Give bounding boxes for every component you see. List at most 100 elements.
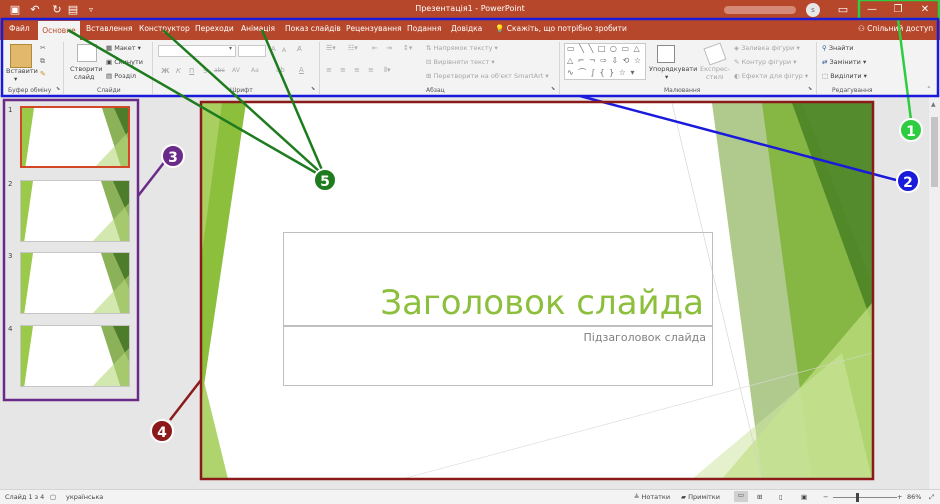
close-button[interactable]: ✕	[911, 0, 939, 20]
slide-thumbnail-3[interactable]	[20, 252, 130, 314]
shadow-button[interactable]: S	[203, 67, 207, 75]
cut-icon[interactable]: ✂	[40, 44, 46, 52]
spellcheck-icon[interactable]: ▢	[50, 493, 56, 501]
zoom-slider-track[interactable]	[833, 497, 897, 498]
layout-button[interactable]: ▦ Макет ▾	[106, 44, 141, 52]
shape-effects-button[interactable]: ◐ Ефекти для фігур ▾	[734, 72, 808, 80]
zoom-slider-thumb[interactable]	[856, 493, 859, 502]
zoom-level[interactable]: 86%	[907, 493, 921, 501]
scroll-thumb[interactable]	[931, 117, 938, 187]
underline-button[interactable]: П	[189, 67, 194, 75]
collapse-ribbon-icon[interactable]: ˄	[927, 86, 931, 94]
minimize-button[interactable]: —	[858, 0, 886, 20]
ribbon-display-options-icon[interactable]: ▭	[836, 3, 850, 17]
tab-insert[interactable]: Вставлення	[86, 24, 132, 33]
share-button[interactable]: ⚇ Спільний доступ	[858, 24, 933, 33]
slide-thumbnail-1[interactable]	[20, 106, 130, 168]
columns-icon[interactable]: ⫴▾	[384, 66, 390, 75]
arrange-button[interactable]: Упорядкувати	[649, 65, 697, 73]
normal-view-icon[interactable]: ▭	[734, 491, 748, 502]
slide-subtitle[interactable]: Підзаголовок слайда	[584, 331, 706, 344]
font-name-dropdown-icon[interactable]: ▾	[229, 45, 232, 52]
tab-home[interactable]: Основне	[38, 21, 80, 40]
tab-animations[interactable]: Анімація	[241, 24, 275, 33]
change-case-button[interactable]: Aa	[251, 67, 259, 74]
new-slide-icon[interactable]	[77, 44, 97, 62]
restore-button[interactable]: ❐	[884, 0, 912, 20]
reading-view-icon[interactable]: ▯	[779, 493, 783, 501]
account-name[interactable]	[724, 6, 796, 14]
zoom-out-button[interactable]: −	[823, 493, 828, 501]
smartart-button[interactable]: ⊞ Перетворити на об'єкт SmartArt ▾	[426, 72, 549, 80]
tab-file[interactable]: Файл	[9, 24, 30, 33]
notes-button[interactable]: ≜ Нотатки	[634, 493, 670, 501]
shapes-row-1[interactable]: ▭ ╲ ╲ □ ○ ▭ △	[567, 43, 645, 55]
align-right-icon[interactable]: ≡	[354, 66, 360, 74]
quick-styles-label-2[interactable]: стилі	[706, 73, 724, 81]
scroll-up-icon[interactable]: ▲	[931, 101, 936, 108]
new-slide-label[interactable]: Створити	[70, 65, 103, 73]
arrange-dropdown-icon[interactable]: ▾	[665, 73, 668, 81]
align-left-icon[interactable]: ≡	[326, 66, 332, 74]
shape-fill-button[interactable]: ◈ Заливка фігури ▾	[734, 44, 800, 52]
drawing-launcher-icon[interactable]: ⬊	[808, 86, 812, 92]
grow-font-icon[interactable]: A	[271, 45, 276, 53]
font-color-button[interactable]: A	[299, 66, 304, 74]
slide-sorter-icon[interactable]: ⊞	[757, 493, 762, 501]
clipboard-launcher-icon[interactable]: ⬊	[56, 86, 60, 92]
avatar[interactable]: s	[806, 3, 820, 17]
slide-thumbnail-4[interactable]	[20, 325, 130, 387]
format-painter-icon[interactable]: ✎	[40, 70, 46, 78]
tab-help[interactable]: Довідка	[451, 24, 482, 33]
char-spacing-button[interactable]: AV	[232, 67, 240, 74]
shrink-font-icon[interactable]: A	[282, 47, 286, 54]
font-size-input[interactable]	[238, 45, 266, 57]
font-launcher-icon[interactable]: ⬊	[311, 86, 315, 92]
tab-transitions[interactable]: Переходи	[195, 24, 234, 33]
shapes-row-3[interactable]: ∿ ⌒ ∫ { } ☆ ▾	[567, 67, 645, 79]
paragraph-launcher-icon[interactable]: ⬊	[551, 86, 555, 92]
shape-outline-button[interactable]: ✎ Контур фігури ▾	[734, 58, 797, 66]
replace-button[interactable]: ⇄ Замінити ▾	[822, 58, 866, 66]
fit-slide-icon[interactable]: ⤢	[929, 493, 934, 502]
line-spacing-icon[interactable]: ↕▾	[403, 44, 412, 52]
font-name-input[interactable]	[158, 45, 236, 57]
section-button[interactable]: ▤ Розділ	[106, 72, 136, 80]
copy-icon[interactable]: ⧉	[40, 57, 45, 66]
find-button[interactable]: ⚲ Знайти	[822, 44, 853, 52]
justify-icon[interactable]: ≡	[368, 66, 374, 74]
paste-icon[interactable]	[10, 44, 32, 68]
text-direction-button[interactable]: ⇅ Напрямок тексту ▾	[426, 44, 498, 52]
new-slide-label-2[interactable]: слайд	[74, 73, 94, 81]
title-placeholder[interactable]: Заголовок слайда	[283, 232, 713, 326]
tab-design[interactable]: Конструктор	[139, 24, 190, 33]
reset-button[interactable]: ▣ Скинути	[106, 58, 143, 66]
align-center-icon[interactable]: ≡	[340, 66, 346, 74]
slide-title[interactable]: Заголовок слайда	[380, 283, 704, 323]
paste-button[interactable]: Вставити	[6, 67, 38, 75]
tell-me-search[interactable]: 💡 Скажіть, що потрібно зробити	[495, 24, 627, 33]
tab-review[interactable]: Рецензування	[346, 24, 402, 33]
tab-view[interactable]: Подання	[407, 24, 441, 33]
quick-styles-label[interactable]: Експрес-	[700, 65, 730, 73]
slideshow-view-icon[interactable]: ▣	[801, 493, 807, 501]
decrease-indent-icon[interactable]: ⇤	[372, 44, 378, 52]
numbering-icon[interactable]: ☷▾	[348, 44, 358, 52]
zoom-in-button[interactable]: +	[897, 493, 902, 501]
align-text-button[interactable]: ⊟ Вирівняти текст ▾	[426, 58, 495, 66]
comments-button[interactable]: ▰ Примітки	[681, 493, 720, 501]
slide-thumbnail-2[interactable]	[20, 180, 130, 242]
vertical-scrollbar[interactable]: ▲	[929, 97, 940, 489]
language-indicator[interactable]: українська	[66, 493, 103, 501]
subtitle-placeholder[interactable]: Підзаголовок слайда	[283, 326, 713, 386]
paste-dropdown-icon[interactable]: ▾	[14, 75, 17, 83]
increase-indent-icon[interactable]: ⇥	[386, 44, 392, 52]
slide-canvas[interactable]: Заголовок слайда Підзаголовок слайда	[202, 103, 872, 479]
italic-button[interactable]: К	[176, 67, 181, 75]
clear-formatting-icon[interactable]: A̸	[297, 45, 302, 53]
strikethrough-button[interactable]: abc	[214, 67, 225, 74]
highlight-icon[interactable]: ab	[276, 66, 285, 74]
arrange-icon[interactable]	[657, 45, 675, 63]
shapes-row-2[interactable]: △ ⌐ ¬ ⇨ ⇩ ⟲ ☆	[567, 55, 645, 67]
bullets-icon[interactable]: ☰▾	[326, 44, 336, 52]
